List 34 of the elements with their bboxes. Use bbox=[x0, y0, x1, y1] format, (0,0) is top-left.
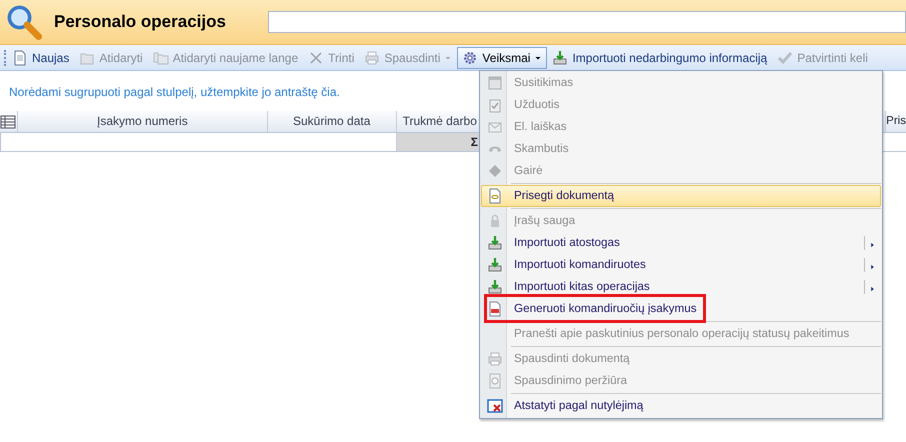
import-icon bbox=[487, 257, 503, 273]
table-icon bbox=[0, 114, 16, 130]
column-header[interactable]: Įsakymo numeris bbox=[18, 111, 268, 132]
check-icon bbox=[777, 50, 794, 66]
menu-item[interactable]: Prisegti dokumentą bbox=[481, 185, 881, 207]
clipboard-icon bbox=[487, 97, 503, 113]
menu-item[interactable]: Importuoti kitas operacijas bbox=[481, 276, 881, 298]
column-header[interactable]: Pris bbox=[886, 111, 906, 132]
printer-icon bbox=[487, 351, 503, 367]
gear-icon bbox=[462, 50, 478, 66]
grouping-hint: Norėdami sugrupuoti pagal stulpelį, užtempkite jo antraštę čia. bbox=[9, 84, 340, 101]
reset-icon bbox=[487, 398, 503, 414]
menu-item[interactable]: Atstatyti pagal nutylėjimą bbox=[481, 395, 881, 417]
search-field[interactable] bbox=[268, 11, 906, 33]
import-icon bbox=[487, 279, 503, 295]
calendar-icon bbox=[487, 75, 503, 91]
printer-icon bbox=[364, 50, 380, 66]
document-icon bbox=[487, 301, 503, 317]
menu-item[interactable]: Generuoti komandiruočių įsakymus bbox=[481, 298, 881, 320]
document-icon bbox=[12, 50, 28, 66]
delete-icon bbox=[308, 50, 324, 66]
column-header[interactable]: Sukūrimo data bbox=[268, 111, 397, 132]
import-icon bbox=[552, 50, 568, 66]
toolbar-grip[interactable] bbox=[4, 50, 7, 66]
menu-item[interactable]: Importuoti komandiruotes bbox=[481, 254, 881, 276]
menu-item[interactable]: Importuoti atostogas bbox=[481, 232, 881, 254]
page-title: Personalo operacijos bbox=[54, 11, 227, 34]
toolbar-button[interactable]: Naujas bbox=[7, 46, 74, 68]
dropdown-button[interactable]: Veiksmai bbox=[457, 46, 548, 68]
summary-cell: Σ bbox=[397, 133, 480, 151]
folders-icon bbox=[152, 50, 169, 66]
diamond-icon bbox=[487, 163, 503, 179]
import-icon bbox=[487, 235, 503, 251]
toolbar-button[interactable]: Importuoti nedarbingumo informaciją bbox=[547, 46, 772, 68]
